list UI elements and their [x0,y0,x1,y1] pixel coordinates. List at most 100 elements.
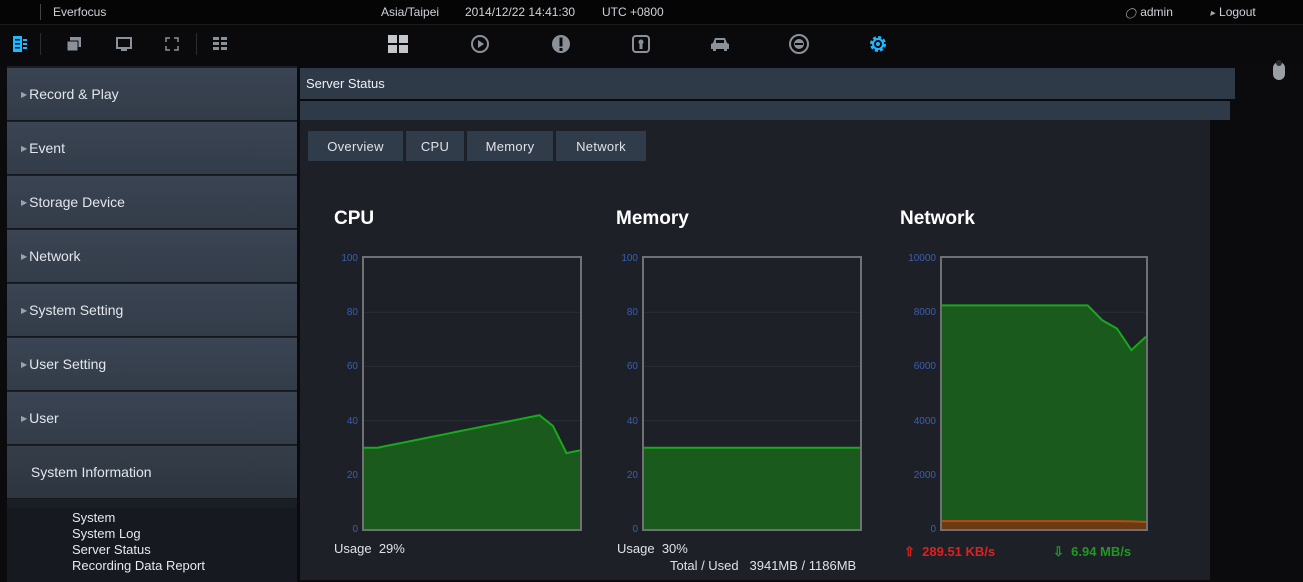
logout-button[interactable]: ▸ Logout [1210,5,1256,19]
app-name: Everfocus [53,5,107,19]
cpu-series-area [364,415,580,529]
y-tick-label: 0 [930,524,936,535]
id-card-icon[interactable] [629,32,653,56]
caret-right-icon: ▶ [21,305,28,315]
memory-usage-label: Usage [617,541,655,556]
cpu-usage: Usage 29% [334,541,405,556]
y-tick-label: 10000 [908,253,936,264]
page-title: Server Status [306,76,385,91]
top-info-bar: Everfocus Asia/Taipei 2014/12/22 14:41:3… [0,0,1303,25]
y-tick-label: 40 [626,415,638,427]
server-status-panel: Overview CPU Memory Network CPU 100 80 60 4… [300,120,1210,580]
y-tick-label: 60 [626,361,638,373]
target-icon[interactable] [787,32,811,56]
sidebar-item-label: Network [29,248,81,264]
system-information-submenu: System System Log Server Status Recordin… [7,508,297,582]
memory-chart-title: Memory [616,208,689,229]
memory-total-used-value: 3941MB / 1186MB [749,558,857,573]
y-tick-label: 60 [346,361,358,373]
user-icon: ◯ [1125,8,1137,19]
logout-label: Logout [1219,5,1256,19]
upload-series-area [942,521,1146,529]
network-chart [940,256,1148,531]
sidebar-item-label: Event [29,140,65,156]
submenu-item-system[interactable]: System [72,510,115,526]
download-arrow-icon: ⇩ [1053,544,1064,559]
caret-right-icon: ▶ [21,359,28,369]
download-value: 6.94 MB/s [1071,544,1132,559]
caret-right-icon: ▶ [21,251,28,261]
y-tick-label: 4000 [913,415,936,427]
y-tick-label: 0 [352,524,358,535]
sidebar: ▶ Record & Play ▶ Event ▶ Storage Device ▶ N… [7,66,297,582]
y-tick-label: 20 [626,469,638,481]
sidebar-item-user-setting[interactable]: ▶ User Setting [7,338,297,391]
live-view-icon[interactable] [8,32,32,56]
y-tick-label: 0 [632,524,638,535]
y-tick-label: 100 [621,253,638,264]
caret-right-icon: ▶ [21,197,28,207]
utc-offset: UTC +0800 [602,5,664,19]
alert-icon[interactable] [549,32,573,56]
caret-right-icon: ▶ [21,89,28,99]
network-upload-rate: ⇧ 289.51 KB/s [904,544,995,560]
caret-right-icon: ▶ [21,143,28,153]
tab-cpu[interactable]: CPU [406,131,464,161]
y-tick-label: 100 [341,253,358,264]
sidebar-item-network[interactable]: ▶ Network [7,230,297,283]
timezone: Asia/Taipei [381,5,440,19]
grid-icon[interactable] [386,32,410,56]
memory-series-area [644,447,860,529]
tab-memory[interactable]: Memory [467,131,553,161]
sidebar-item-label: Record & Play [29,86,119,102]
vehicle-icon[interactable] [708,32,732,56]
tab-overview[interactable]: Overview [308,131,403,161]
submenu-item-server-status[interactable]: Server Status [72,542,151,558]
settings-icon[interactable] [866,32,890,56]
topbar-divider [40,4,41,20]
tab-network[interactable]: Network [556,131,646,161]
lock-icon[interactable] [1272,56,1286,82]
network-chart-title: Network [900,208,975,229]
y-tick-label: 80 [626,307,638,319]
sidebar-item-record-play[interactable]: ▶ Record & Play [7,68,297,121]
sidebar-item-label: Storage Device [29,194,125,210]
layout-icon[interactable] [208,32,232,56]
sidebar-item-system-information[interactable]: ▼System Information [7,446,297,499]
sidebar-item-user[interactable]: ▶ User [7,392,297,445]
memory-usage-value: 30% [661,541,688,556]
network-download-rate: ⇩ 6.94 MB/s [1053,544,1131,560]
submenu-item-recording-data-report[interactable]: Recording Data Report [72,558,205,574]
monitor-icon[interactable] [112,32,136,56]
user-menu[interactable]: ◯ admin [1125,5,1173,19]
upload-value: 289.51 KB/s [922,544,996,559]
cpu-chart [362,256,582,531]
cpu-chart-title: CPU [334,208,375,229]
cpu-usage-label: Usage [334,541,372,556]
memory-usage: Usage 30% [617,541,688,556]
playback-icon[interactable] [468,32,492,56]
y-tick-label: 40 [346,415,358,427]
sidebar-item-event[interactable]: ▶ Event [7,122,297,175]
fullscreen-icon[interactable] [160,32,184,56]
caret-right-icon: ▶ [21,413,28,423]
chart-canvas [644,311,860,529]
cpu-usage-value: 29% [378,541,405,556]
sidebar-item-label: User Setting [29,356,107,372]
y-tick-label: 2000 [913,469,936,481]
memory-total-used-label: Total / Used [670,558,739,573]
main-toolbar [0,25,1303,80]
sidebar-item-storage-device[interactable]: ▶ Storage Device [7,176,297,229]
sidebar-item-label: User [29,410,59,426]
page-header: Server Status [300,68,1235,99]
chart-canvas [364,311,580,529]
sidebar-item-system-setting[interactable]: ▶ System Setting [7,284,297,337]
submenu-item-system-log[interactable]: System Log [72,526,141,542]
window-icon[interactable] [62,32,86,56]
username: admin [1140,5,1173,19]
memory-total-used: Total / Used 3941MB / 1186MB [670,558,856,573]
memory-chart [642,256,862,531]
y-tick-label: 20 [346,469,358,481]
sidebar-item-label: System Information [30,464,152,480]
y-tick-label: 80 [346,307,358,319]
